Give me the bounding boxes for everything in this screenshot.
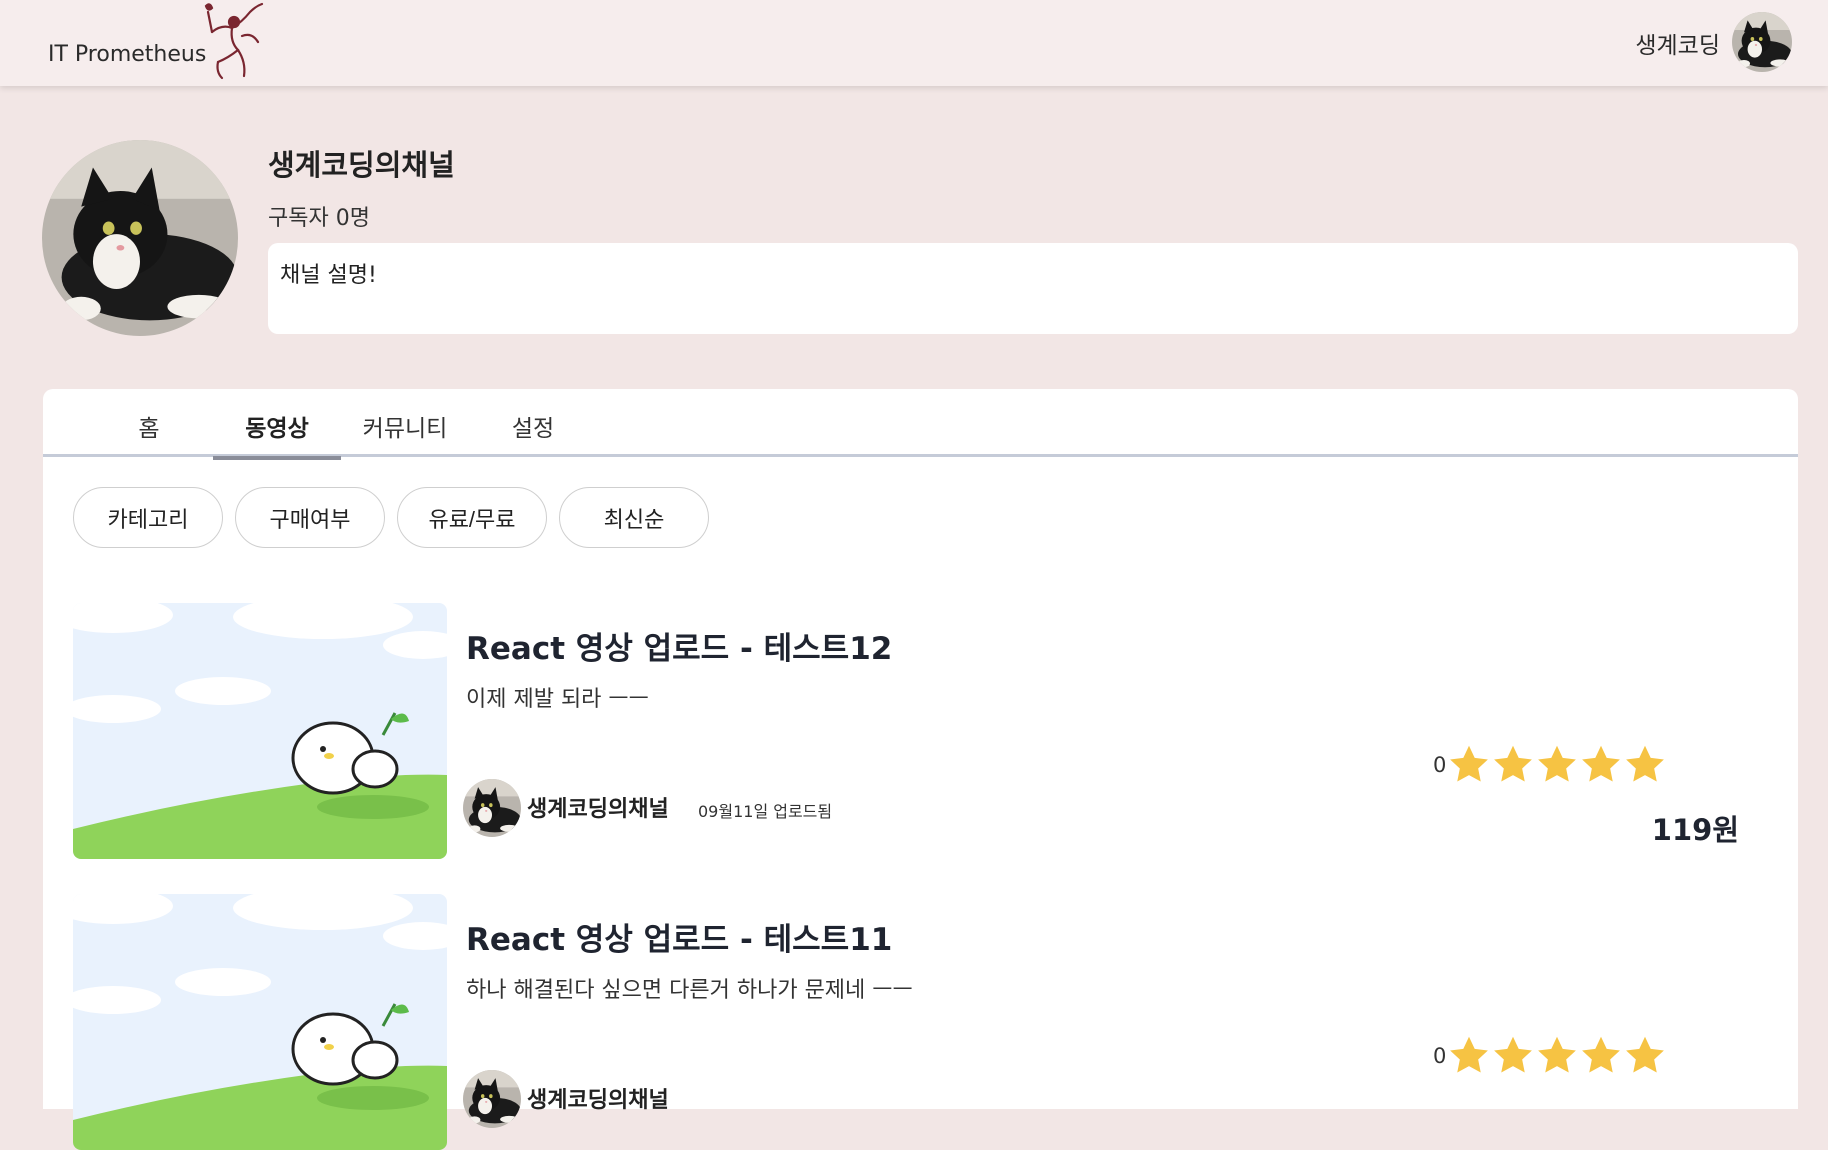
filter-paid-free-button[interactable]: 유료/무료 <box>397 487 547 548</box>
video-price: 119원 <box>1651 813 1739 847</box>
top-navbar: IT Prometheus 생계코딩 <box>0 0 1828 86</box>
star-icon <box>1623 743 1667 787</box>
star-icon <box>1447 743 1491 787</box>
video-description: 하나 해결된다 싶으면 다른거 하나가 문제네 ㅡㅡ <box>466 978 913 1003</box>
channel-avatar <box>42 140 238 336</box>
video-description: 이제 제발 되라 ㅡㅡ <box>466 687 649 712</box>
user-avatar[interactable] <box>1732 12 1792 72</box>
star-icon <box>1579 1034 1623 1078</box>
video-channel-name[interactable]: 생계코딩의채널 <box>527 1082 669 1114</box>
channel-tabs: 홈 동영상 커뮤니티 설정 <box>43 389 1798 460</box>
star-icon <box>1535 1034 1579 1078</box>
filter-category-button[interactable]: 카테고리 <box>73 487 223 548</box>
subscriber-count: 구독자 0명 <box>268 206 370 231</box>
channel-description: 채널 설명! <box>268 243 1798 334</box>
video-channel-avatar[interactable] <box>463 1070 521 1128</box>
video-list-item[interactable]: React 영상 업로드 - 테스트12 이제 제발 되라 ㅡㅡ 생계코딩의채널… <box>73 603 1773 859</box>
tab-videos[interactable]: 동영상 <box>213 403 341 460</box>
video-list-item[interactable]: React 영상 업로드 - 테스트11 하나 해결된다 싶으면 다른거 하나가… <box>73 894 1773 1150</box>
star-icon <box>1579 743 1623 787</box>
prometheus-logo-icon[interactable] <box>188 2 268 80</box>
video-thumbnail[interactable] <box>73 894 447 1150</box>
rating-count: 0 <box>1433 1044 1447 1068</box>
brand-name[interactable]: IT Prometheus <box>48 42 206 67</box>
video-channel-avatar[interactable] <box>463 779 521 837</box>
video-thumbnail[interactable] <box>73 603 447 859</box>
rating-count: 0 <box>1433 753 1447 777</box>
sort-latest-button[interactable]: 최신순 <box>559 487 709 548</box>
channel-content-panel: 홈 동영상 커뮤니티 설정 카테고리 구매여부 유료/무료 최신순 React … <box>43 389 1798 1109</box>
star-icon <box>1535 743 1579 787</box>
star-icon <box>1447 1034 1491 1078</box>
tab-home[interactable]: 홈 <box>85 403 213 457</box>
filter-purchase-button[interactable]: 구매여부 <box>235 487 385 548</box>
star-icon <box>1623 1034 1667 1078</box>
video-channel-name[interactable]: 생계코딩의채널 <box>527 791 669 823</box>
tab-community[interactable]: 커뮤니티 <box>341 403 469 457</box>
video-title[interactable]: React 영상 업로드 - 테스트11 <box>466 914 892 959</box>
video-title[interactable]: React 영상 업로드 - 테스트12 <box>466 623 892 668</box>
channel-name: 생계코딩의채널 <box>268 148 455 182</box>
video-upload-date: 09월11일 업로드됨 <box>698 802 833 821</box>
channel-description-text: 채널 설명! <box>280 263 377 288</box>
star-icon <box>1491 743 1535 787</box>
user-name[interactable]: 생계코딩 <box>1635 26 1720 60</box>
star-icon <box>1491 1034 1535 1078</box>
tab-settings[interactable]: 설정 <box>469 403 597 457</box>
